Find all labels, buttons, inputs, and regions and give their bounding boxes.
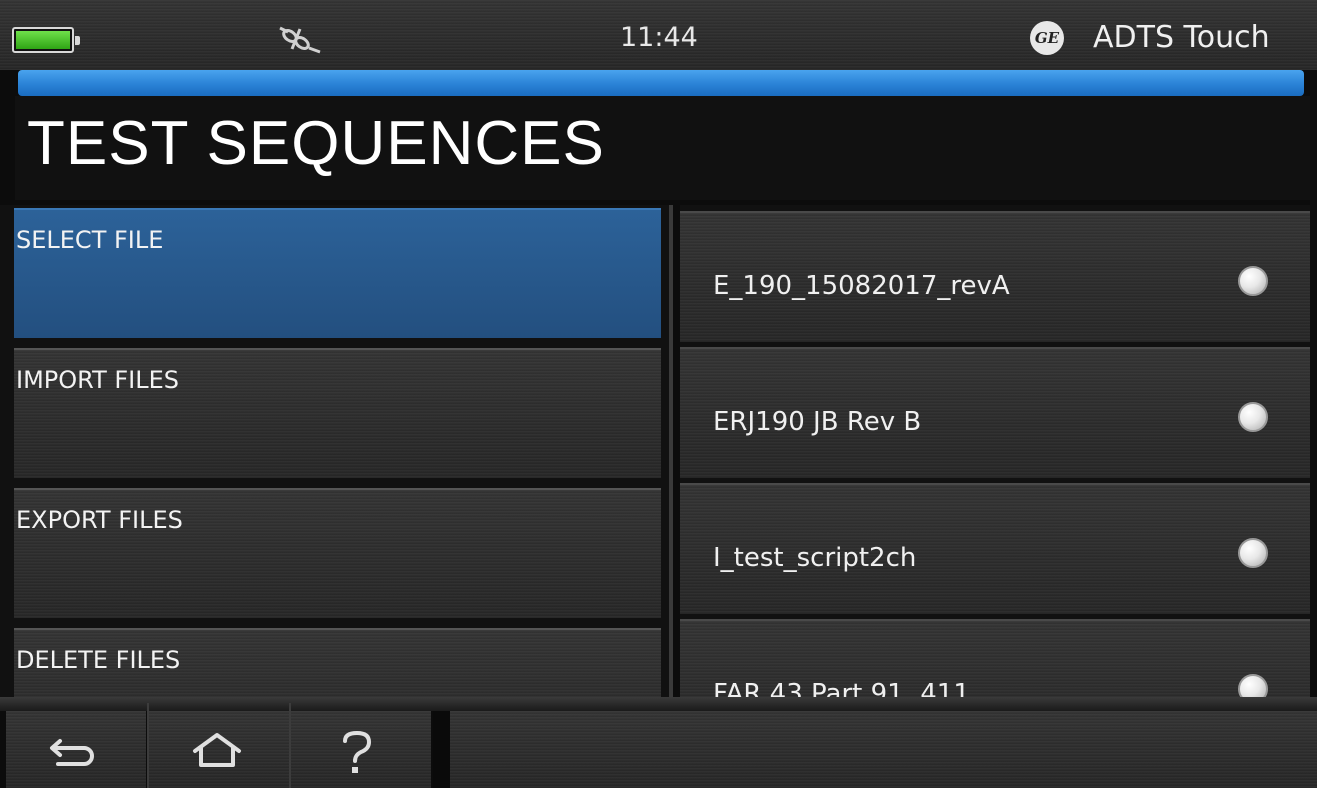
app-name: ADTS Touch (1093, 20, 1270, 55)
side-menu: SELECT FILE IMPORT FILES EXPORT FILES DE… (0, 205, 672, 697)
menu-item-delete-files[interactable]: DELETE FILES (14, 628, 661, 697)
menu-item-label: SELECT FILE (16, 226, 164, 254)
nav-empty-area (450, 711, 1317, 788)
file-row[interactable]: FAR 43 Part 91. 411 (680, 619, 1310, 697)
home-button[interactable] (149, 711, 289, 788)
navigation-bar (0, 697, 1317, 788)
help-icon (343, 730, 372, 773)
back-button[interactable] (6, 711, 146, 788)
clock: 11:44 (620, 22, 698, 53)
file-radio-button[interactable] (1238, 266, 1268, 296)
file-name: FAR 43 Part 91. 411 (713, 679, 970, 697)
file-row[interactable]: I_test_script2ch (680, 483, 1310, 614)
menu-item-label: IMPORT FILES (16, 366, 180, 394)
header-accent-bar (18, 70, 1304, 96)
file-radio-button[interactable] (1238, 538, 1268, 568)
menu-item-select-file[interactable]: SELECT FILE (14, 208, 661, 338)
file-radio-button[interactable] (1238, 674, 1268, 697)
file-name: E_190_15082017_revA (713, 271, 1010, 301)
file-row[interactable]: E_190_15082017_revA (680, 211, 1310, 342)
page-title: TEST SEQUENCES (27, 109, 605, 178)
home-icon (193, 733, 241, 767)
help-button[interactable] (291, 711, 431, 788)
file-row[interactable]: ERJ190 JB Rev B (680, 347, 1310, 478)
battery-level-fill (16, 31, 70, 49)
back-icon (50, 739, 94, 766)
file-name: ERJ190 JB Rev B (713, 407, 922, 437)
menu-item-label: EXPORT FILES (16, 506, 183, 534)
menu-item-export-files[interactable]: EXPORT FILES (14, 488, 661, 618)
panel-divider (669, 205, 673, 697)
status-bar: 11:44 GE ADTS Touch (0, 0, 1317, 70)
file-name: I_test_script2ch (713, 543, 917, 573)
link-disconnected-icon (279, 26, 321, 54)
battery-full-icon (12, 27, 80, 53)
menu-item-label: DELETE FILES (16, 646, 181, 674)
file-radio-button[interactable] (1238, 402, 1268, 432)
title-panel: TEST SEQUENCES (15, 96, 1310, 200)
menu-item-import-files[interactable]: IMPORT FILES (14, 348, 661, 478)
file-list[interactable]: E_190_15082017_revA ERJ190 JB Rev B I_te… (680, 205, 1310, 697)
ge-logo: GE (1030, 21, 1064, 55)
